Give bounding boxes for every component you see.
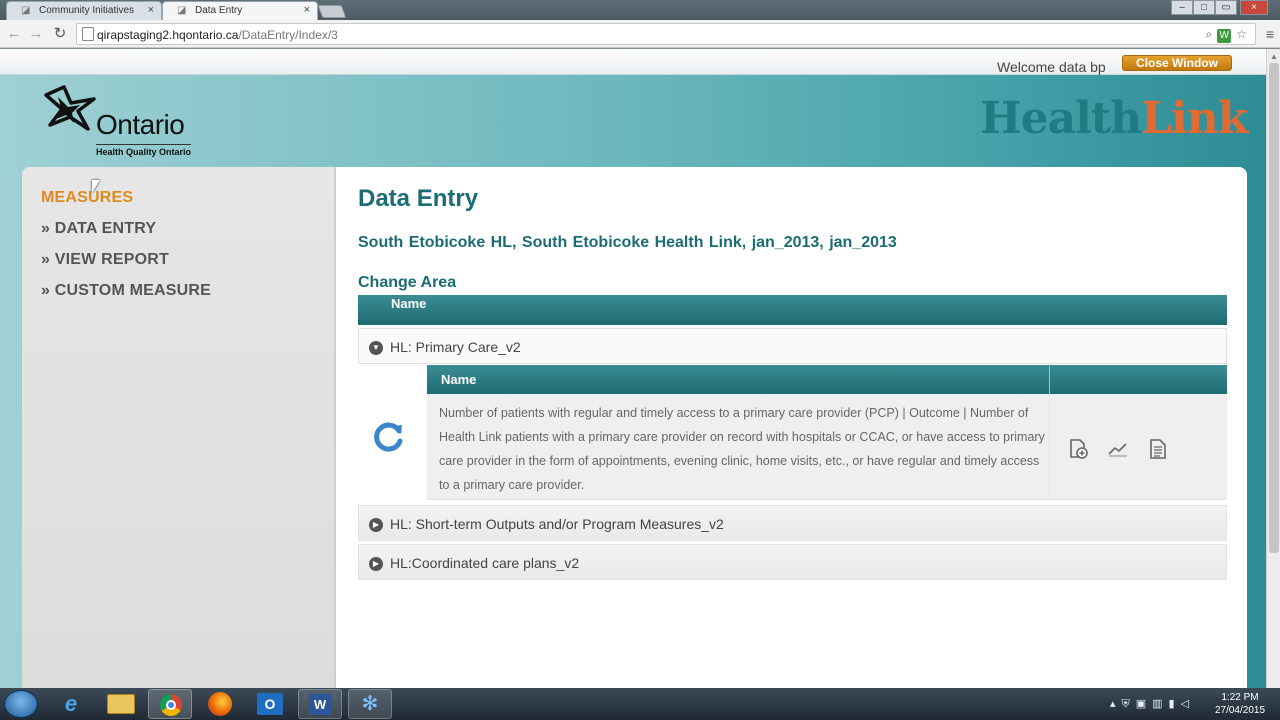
brand-health: Health: [980, 93, 1142, 144]
group-label: HL: Short-term Outputs and/or Program Me…: [390, 516, 724, 532]
clock[interactable]: 1:22 PM 27/04/2015: [1208, 691, 1272, 719]
page-icon: [82, 27, 94, 41]
change-area-heading: Change Area: [358, 274, 457, 291]
close-window-button[interactable]: Close Window: [1122, 55, 1232, 71]
tab-title: Data Entry: [195, 5, 243, 16]
reload-button[interactable]: ↻: [50, 24, 70, 44]
sidebar-item-view-report[interactable]: » VIEW REPORT: [41, 251, 169, 269]
file-explorer-icon[interactable]: [107, 694, 135, 714]
tab-community-initiatives[interactable]: ◪ Community Initiatives ×: [6, 1, 162, 20]
page-icon: ◪: [21, 5, 31, 16]
mouse-cursor-icon: [92, 180, 100, 193]
collapse-icon[interactable]: ▼: [369, 341, 383, 355]
sidebar-item-custom-measure[interactable]: » CUSTOM MEASURE: [41, 282, 211, 300]
address-bar[interactable]: qirapstaging2.hqontario.ca/DataEntry/Ind…: [76, 23, 1256, 45]
zoom-icon[interactable]: ⌕: [1206, 27, 1213, 41]
context-line: South Etobicoke HL, South Etobicoke Heal…: [358, 234, 897, 251]
close-button[interactable]: ×: [1240, 0, 1268, 15]
logo-name: Ontario: [96, 109, 185, 140]
browser-tab-strip: ◪ Community Initiatives × ◪ Data Entry ×…: [0, 0, 1280, 20]
add-document-icon[interactable]: [1066, 437, 1090, 461]
clock-time: 1:22 PM: [1221, 692, 1259, 703]
group-row-coordinated-care[interactable]: ▶ HL:Coordinated care plans_v2: [358, 544, 1227, 580]
tab-data-entry[interactable]: ◪ Data Entry ×: [162, 1, 318, 20]
expand-icon[interactable]: ▶: [369, 518, 383, 532]
restore-button[interactable]: ▭: [1215, 0, 1237, 15]
system-tray: ▴⛨▣▥▮◁: [1110, 698, 1196, 710]
group-row-short-term-outputs[interactable]: ▶ HL: Short-term Outputs and/or Program …: [358, 505, 1227, 541]
group-label: HL: Primary Care_v2: [390, 339, 521, 355]
grid-header: Name: [358, 295, 1227, 325]
line-chart-icon[interactable]: [1106, 437, 1130, 461]
sidebar-item-measures[interactable]: MEASURES: [41, 189, 133, 207]
sidebar-item-data-entry[interactable]: » DATA ENTRY: [41, 220, 156, 238]
menu-icon[interactable]: ≡: [1266, 26, 1274, 42]
brand-link: Link: [1141, 93, 1248, 144]
maximize-button[interactable]: □: [1193, 0, 1215, 15]
main-panel: MEASURES » DATA ENTRY » VIEW REPORT » CU…: [22, 167, 1247, 688]
browser-toolbar: ← → ↻ qirapstaging2.hqontario.ca/DataEnt…: [0, 20, 1280, 48]
back-button[interactable]: ←: [4, 24, 24, 44]
page: Welcome data bp Close Window Ontario Hea…: [0, 49, 1266, 688]
extension-icon[interactable]: W: [1217, 29, 1232, 43]
url-host: qirapstaging2.hqontario.ca: [97, 28, 239, 42]
column-header-name[interactable]: Name: [391, 296, 426, 311]
clock-date: 27/04/2015: [1214, 705, 1266, 716]
sidebar: MEASURES » DATA ENTRY » VIEW REPORT » CU…: [22, 167, 336, 688]
tab-close-icon[interactable]: ×: [304, 4, 310, 16]
sub-grid-header: Name: [427, 365, 1227, 394]
page-icon: ◪: [177, 5, 187, 16]
minimize-button[interactable]: –: [1171, 0, 1193, 15]
windows-taskbar: e O W ✻ ▴⛨▣▥▮◁ 1:22 PM 27/04/2015: [0, 688, 1280, 720]
ontario-logo: Ontario Health Quality Ontario: [44, 85, 214, 157]
measure-description: Number of patients with regular and time…: [439, 406, 1045, 492]
group-row-primary-care[interactable]: ▼ HL: Primary Care_v2: [358, 328, 1227, 364]
page-title: Data Entry: [358, 185, 479, 212]
forward-button[interactable]: →: [26, 24, 46, 44]
refresh-icon[interactable]: [370, 419, 406, 455]
start-button[interactable]: [4, 690, 38, 718]
omnibox-icons: ⌕ W ☆: [1201, 27, 1247, 43]
firefox-icon[interactable]: [208, 692, 232, 716]
content: Data Entry South Etobicoke HL, South Eto…: [358, 167, 1247, 688]
scroll-up-arrow-icon[interactable]: ▲: [1270, 52, 1278, 61]
vertical-scrollbar[interactable]: ▲: [1266, 49, 1280, 688]
tab-close-icon[interactable]: ×: [148, 4, 154, 16]
snowflake-app-icon[interactable]: ✻: [348, 689, 392, 719]
trillium-logo-icon: [44, 85, 96, 131]
new-tab-button[interactable]: [317, 5, 347, 18]
url-text: qirapstaging2.hqontario.ca/DataEntry/Ind…: [97, 28, 338, 42]
measure-actions: [1049, 394, 1227, 500]
outlook-icon[interactable]: O: [257, 693, 283, 715]
star-icon[interactable]: ☆: [1236, 27, 1247, 41]
logo-subtitle: Health Quality Ontario: [96, 144, 192, 157]
report-document-icon[interactable]: [1146, 437, 1170, 461]
scroll-thumb[interactable]: [1269, 63, 1279, 553]
tab-title: Community Initiatives: [39, 5, 135, 16]
expand-icon[interactable]: ▶: [369, 557, 383, 571]
column-divider: [1049, 365, 1050, 394]
group-label: HL:Coordinated care plans_v2: [390, 555, 580, 571]
measure-row[interactable]: Number of patients with regular and time…: [427, 394, 1227, 500]
top-bar: Welcome data bp Close Window: [0, 49, 1266, 75]
word-icon[interactable]: W: [298, 689, 342, 719]
url-path: /DataEntry/Index/3: [238, 28, 338, 42]
chrome-icon[interactable]: [148, 689, 192, 719]
internet-explorer-icon[interactable]: e: [56, 691, 86, 717]
healthlink-brand: HealthLink: [980, 93, 1248, 144]
sub-column-header-name[interactable]: Name: [441, 372, 476, 387]
welcome-text: Welcome data bp: [997, 59, 1106, 75]
